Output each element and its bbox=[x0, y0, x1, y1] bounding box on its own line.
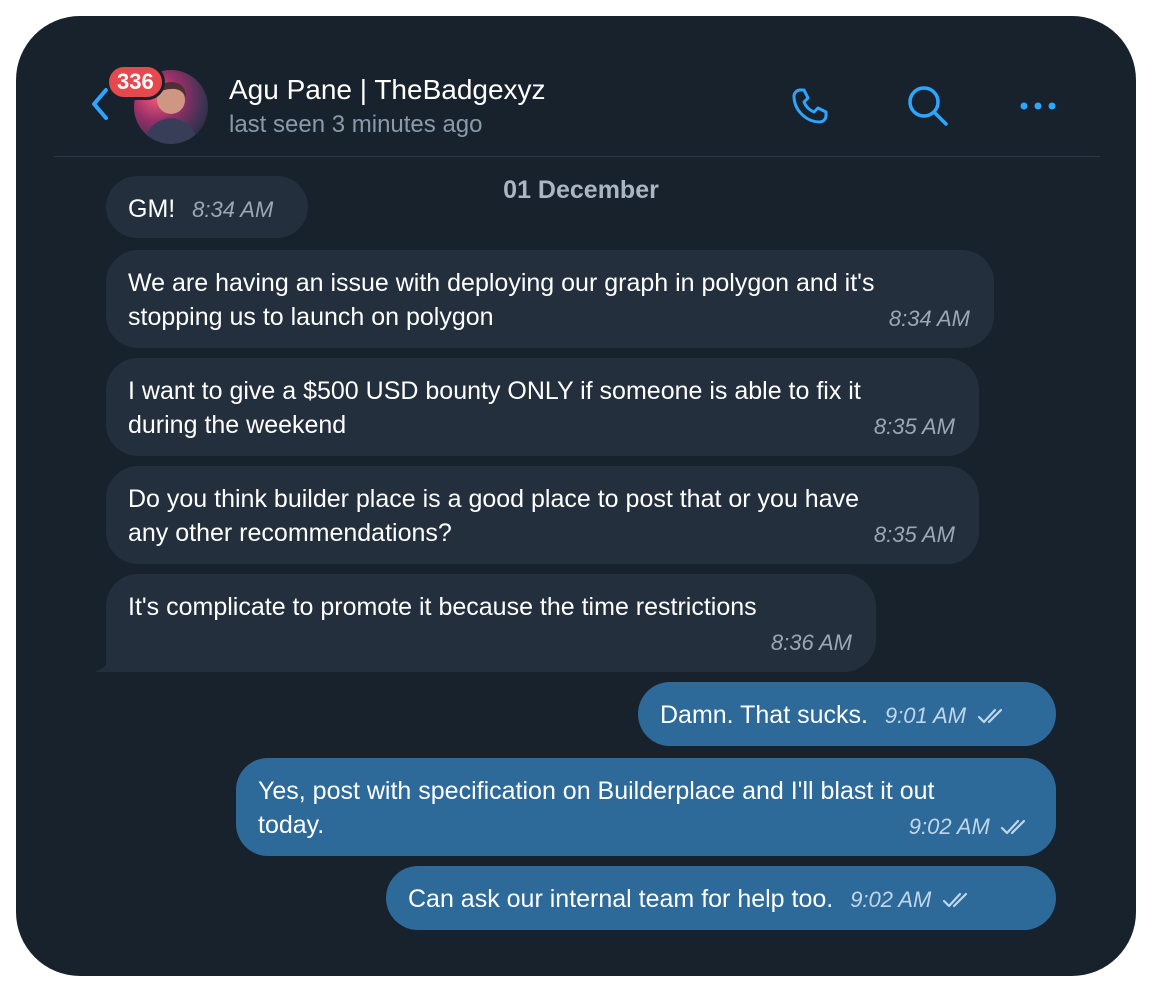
message-text: I want to give a $500 USD bounty ONLY if… bbox=[128, 377, 861, 439]
message-time: 9:01 AM bbox=[884, 703, 967, 728]
chat-window: 336 Agu Pane | TheBadgexyz last seen 3 m… bbox=[16, 16, 1136, 976]
contact-name[interactable]: Agu Pane | TheBadgexyz bbox=[229, 73, 546, 107]
message-bubble-incoming[interactable]: It's complicate to promote it because th… bbox=[106, 574, 876, 672]
message-time: 8:34 AM bbox=[192, 197, 274, 222]
message-time: 9:02 AM bbox=[850, 887, 932, 912]
message-bubble-incoming[interactable]: We are having an issue with deploying ou… bbox=[106, 250, 994, 348]
message-bubble-outgoing[interactable]: Can ask our internal team for help too. … bbox=[386, 866, 1056, 930]
message-text: Can ask our internal team for help too. bbox=[408, 885, 834, 913]
message-bubble-outgoing[interactable]: Damn. That sucks. 9:01 AM bbox=[638, 682, 1056, 746]
message-text: It's complicate to promote it because th… bbox=[128, 593, 757, 621]
message-bubble-outgoing[interactable]: Yes, post with specification on Builderp… bbox=[236, 758, 1056, 856]
last-seen-status: last seen 3 minutes ago bbox=[229, 111, 483, 138]
chat-header: 336 Agu Pane | TheBadgexyz last seen 3 m… bbox=[54, 16, 1100, 157]
message-time: 8:34 AM bbox=[888, 306, 970, 331]
message-time-with-status: 9:02 AM bbox=[909, 810, 1032, 844]
message-text: We are having an issue with deploying ou… bbox=[128, 269, 875, 331]
message-time: 8:35 AM bbox=[873, 414, 955, 439]
message-bubble-incoming[interactable]: Do you think builder place is a good pla… bbox=[106, 466, 979, 564]
message-time: 9:02 AM bbox=[908, 814, 990, 839]
read-checkmarks-icon bbox=[1000, 819, 1026, 835]
bubble-tail bbox=[94, 652, 124, 672]
message-bubble-incoming[interactable]: I want to give a $500 USD bounty ONLY if… bbox=[106, 358, 979, 456]
message-text: Do you think builder place is a good pla… bbox=[128, 485, 860, 547]
message-text: Damn. That sucks. bbox=[660, 701, 868, 729]
search-icon[interactable] bbox=[904, 82, 952, 130]
read-checkmarks-icon bbox=[977, 708, 1003, 724]
read-checkmarks-icon bbox=[943, 892, 968, 908]
unread-count-badge: 336 bbox=[106, 64, 165, 100]
message-time: 8:35 AM bbox=[873, 522, 955, 547]
phone-icon[interactable] bbox=[786, 82, 834, 130]
message-bubble-incoming[interactable]: GM! 8:34 AM bbox=[106, 176, 308, 238]
message-time: 8:36 AM bbox=[770, 630, 852, 655]
more-icon[interactable] bbox=[1014, 82, 1062, 130]
date-divider: 01 December bbox=[503, 176, 659, 204]
message-text: GM! bbox=[128, 195, 176, 223]
